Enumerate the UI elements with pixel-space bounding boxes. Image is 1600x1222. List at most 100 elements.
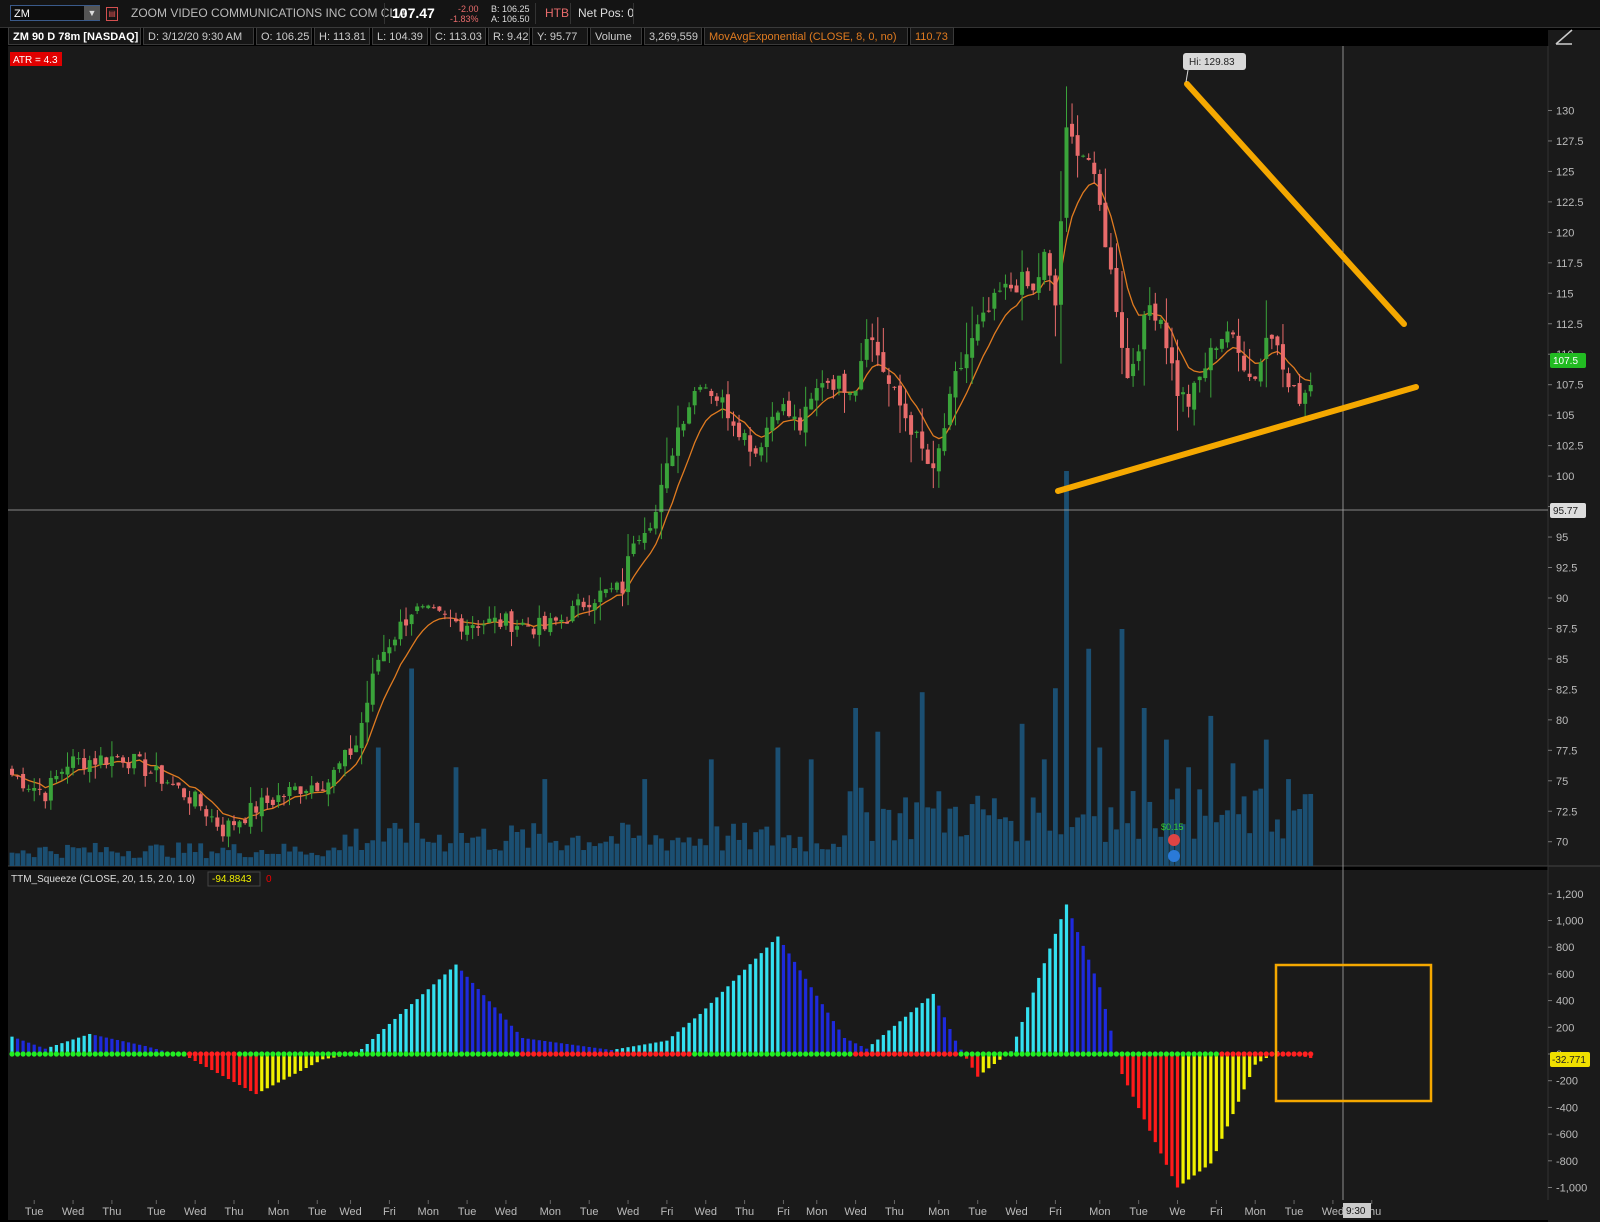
candle-body bbox=[398, 621, 403, 640]
candle-body bbox=[159, 765, 164, 784]
candle-body bbox=[526, 625, 531, 627]
earnings-icon[interactable] bbox=[1168, 834, 1180, 846]
candle-body bbox=[570, 605, 575, 622]
volume-bar bbox=[853, 708, 858, 866]
squeeze-bar bbox=[781, 944, 786, 1054]
squeeze-bar bbox=[1159, 1054, 1163, 1154]
squeeze-dot bbox=[1297, 1051, 1303, 1057]
candle-body bbox=[1075, 135, 1080, 156]
squeeze-study-label[interactable]: TTM_Squeeze (CLOSE, 20, 1.5, 2.0, 1.0) bbox=[11, 874, 195, 885]
volume-bar bbox=[26, 853, 32, 866]
squeeze-dot bbox=[586, 1051, 592, 1057]
squeeze-bar bbox=[1236, 1054, 1241, 1102]
candle-body bbox=[98, 755, 103, 766]
volume-bar bbox=[892, 840, 897, 866]
squeeze-bar bbox=[88, 1033, 92, 1054]
candle-body bbox=[442, 613, 447, 615]
volume-bar bbox=[1136, 838, 1142, 866]
squeeze-dot bbox=[725, 1051, 731, 1057]
volume-bar bbox=[847, 791, 853, 866]
squeeze-bar bbox=[93, 1035, 97, 1054]
squeeze-bar bbox=[493, 1007, 497, 1054]
volume-bar bbox=[875, 731, 881, 866]
time-tick-label: Tue bbox=[1285, 1206, 1304, 1218]
squeeze-dot bbox=[564, 1051, 570, 1057]
squeeze-dot bbox=[109, 1051, 115, 1057]
squeeze-dot bbox=[1152, 1051, 1158, 1057]
candle-body bbox=[842, 373, 847, 393]
squeeze-dot bbox=[20, 1051, 26, 1057]
candle-body bbox=[920, 431, 925, 449]
squeeze-bar bbox=[1187, 1054, 1191, 1180]
volume-bar bbox=[509, 825, 514, 866]
volume-bar bbox=[720, 850, 725, 866]
squeeze-dot bbox=[81, 1051, 87, 1057]
candle-body bbox=[1186, 393, 1191, 407]
squeeze-dot bbox=[597, 1051, 603, 1057]
volume-bar bbox=[1208, 715, 1214, 866]
candle-body bbox=[237, 821, 242, 828]
candle-body bbox=[687, 407, 692, 424]
price-tick-label: 80 bbox=[1556, 715, 1568, 727]
price-tick-label: 85 bbox=[1556, 654, 1568, 666]
dividend-icon[interactable] bbox=[1168, 850, 1180, 862]
price-tick-label: 77.5 bbox=[1556, 745, 1577, 757]
squeeze-dot bbox=[1180, 1051, 1186, 1057]
squeeze-dot bbox=[808, 1051, 814, 1057]
candle-body bbox=[1086, 157, 1091, 160]
squeeze-dot bbox=[103, 1051, 109, 1057]
squeeze-bar bbox=[804, 978, 808, 1054]
squeeze-bar bbox=[676, 1031, 680, 1054]
squeeze-dot bbox=[764, 1051, 770, 1057]
squeeze-bar bbox=[920, 1003, 924, 1054]
volume-bar bbox=[231, 844, 237, 866]
squeeze-dot bbox=[481, 1051, 487, 1057]
squeeze-dot bbox=[902, 1051, 909, 1057]
squeeze-bar bbox=[398, 1013, 403, 1054]
time-tick-label: Wed bbox=[339, 1206, 361, 1218]
candle-body bbox=[37, 788, 42, 790]
volume-bar bbox=[1286, 779, 1291, 866]
squeeze-bar bbox=[887, 1030, 891, 1054]
squeeze-bar bbox=[931, 993, 935, 1054]
price-tick-label: 112.5 bbox=[1556, 319, 1583, 331]
volume-bar bbox=[1141, 708, 1147, 866]
candle-body bbox=[881, 352, 886, 372]
candle-body bbox=[792, 416, 797, 420]
candle-body bbox=[209, 816, 214, 818]
squeeze-dot bbox=[697, 1051, 703, 1057]
candle-body bbox=[1020, 271, 1025, 295]
volume-bar bbox=[858, 787, 864, 866]
candle-body bbox=[254, 806, 259, 813]
squeeze-bar bbox=[1031, 992, 1035, 1054]
volume-bar bbox=[142, 851, 148, 866]
volume-bar bbox=[486, 849, 492, 866]
squeeze-dot bbox=[292, 1051, 298, 1057]
squeeze-dot bbox=[747, 1051, 753, 1057]
volume-bar bbox=[31, 857, 37, 866]
squeeze-dot bbox=[26, 1051, 32, 1057]
squeeze-bar bbox=[892, 1025, 897, 1054]
volume-bar bbox=[1058, 834, 1064, 866]
squeeze-tick-label: -800 bbox=[1556, 1156, 1578, 1168]
volume-bar bbox=[9, 852, 15, 866]
squeeze-bar bbox=[459, 970, 464, 1054]
price-tick-label: 127.5 bbox=[1556, 136, 1584, 148]
squeeze-bar bbox=[1064, 904, 1069, 1054]
squeeze-dot bbox=[1230, 1051, 1236, 1057]
squeeze-bar bbox=[976, 1054, 980, 1077]
time-tick-label: Tue bbox=[458, 1206, 477, 1218]
candle-body bbox=[26, 788, 31, 790]
squeeze-dot bbox=[309, 1051, 315, 1057]
chart-area[interactable]: 130127.5125122.5120117.5115112.5110107.5… bbox=[0, 0, 1600, 1222]
squeeze-dot bbox=[409, 1051, 415, 1057]
squeeze-dot bbox=[1247, 1051, 1253, 1057]
candle-body bbox=[720, 397, 725, 403]
candle-body bbox=[454, 618, 458, 622]
candle-body bbox=[409, 614, 414, 625]
candle-body bbox=[831, 379, 836, 390]
squeeze-dot bbox=[1241, 1051, 1247, 1057]
squeeze-dot bbox=[203, 1051, 209, 1057]
squeeze-dot bbox=[742, 1051, 748, 1057]
volume-bar bbox=[570, 837, 575, 866]
